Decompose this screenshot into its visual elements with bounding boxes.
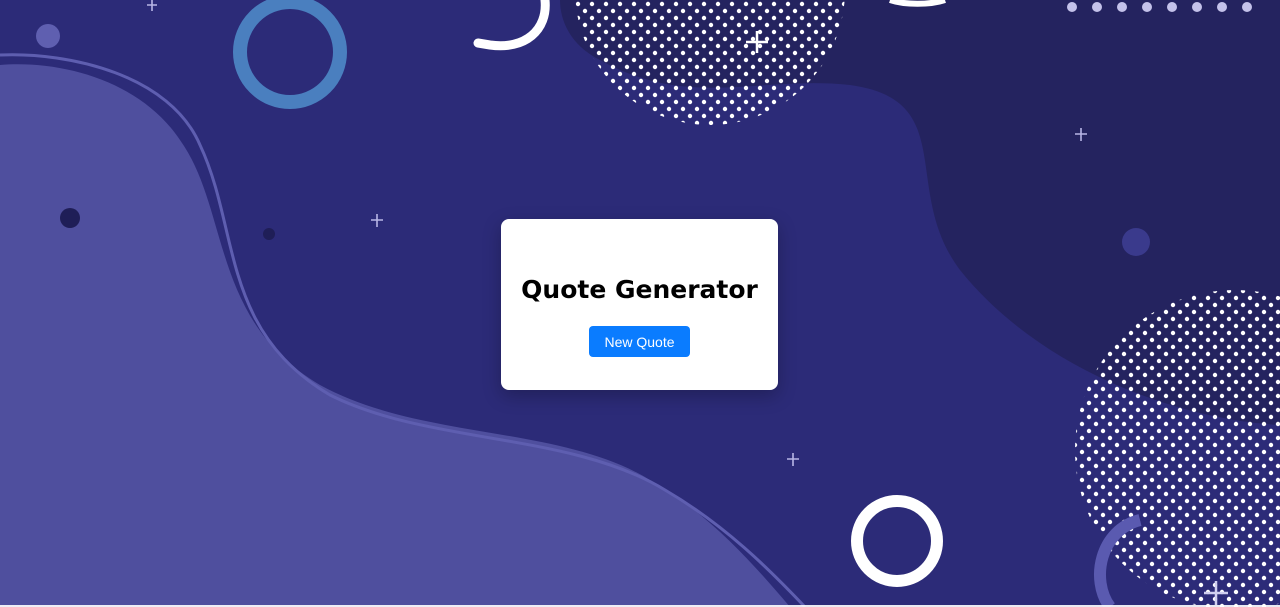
quote-card: Quote Generator New Quote: [501, 219, 778, 390]
new-quote-button[interactable]: New Quote: [589, 326, 690, 357]
page-title: Quote Generator: [521, 275, 758, 304]
